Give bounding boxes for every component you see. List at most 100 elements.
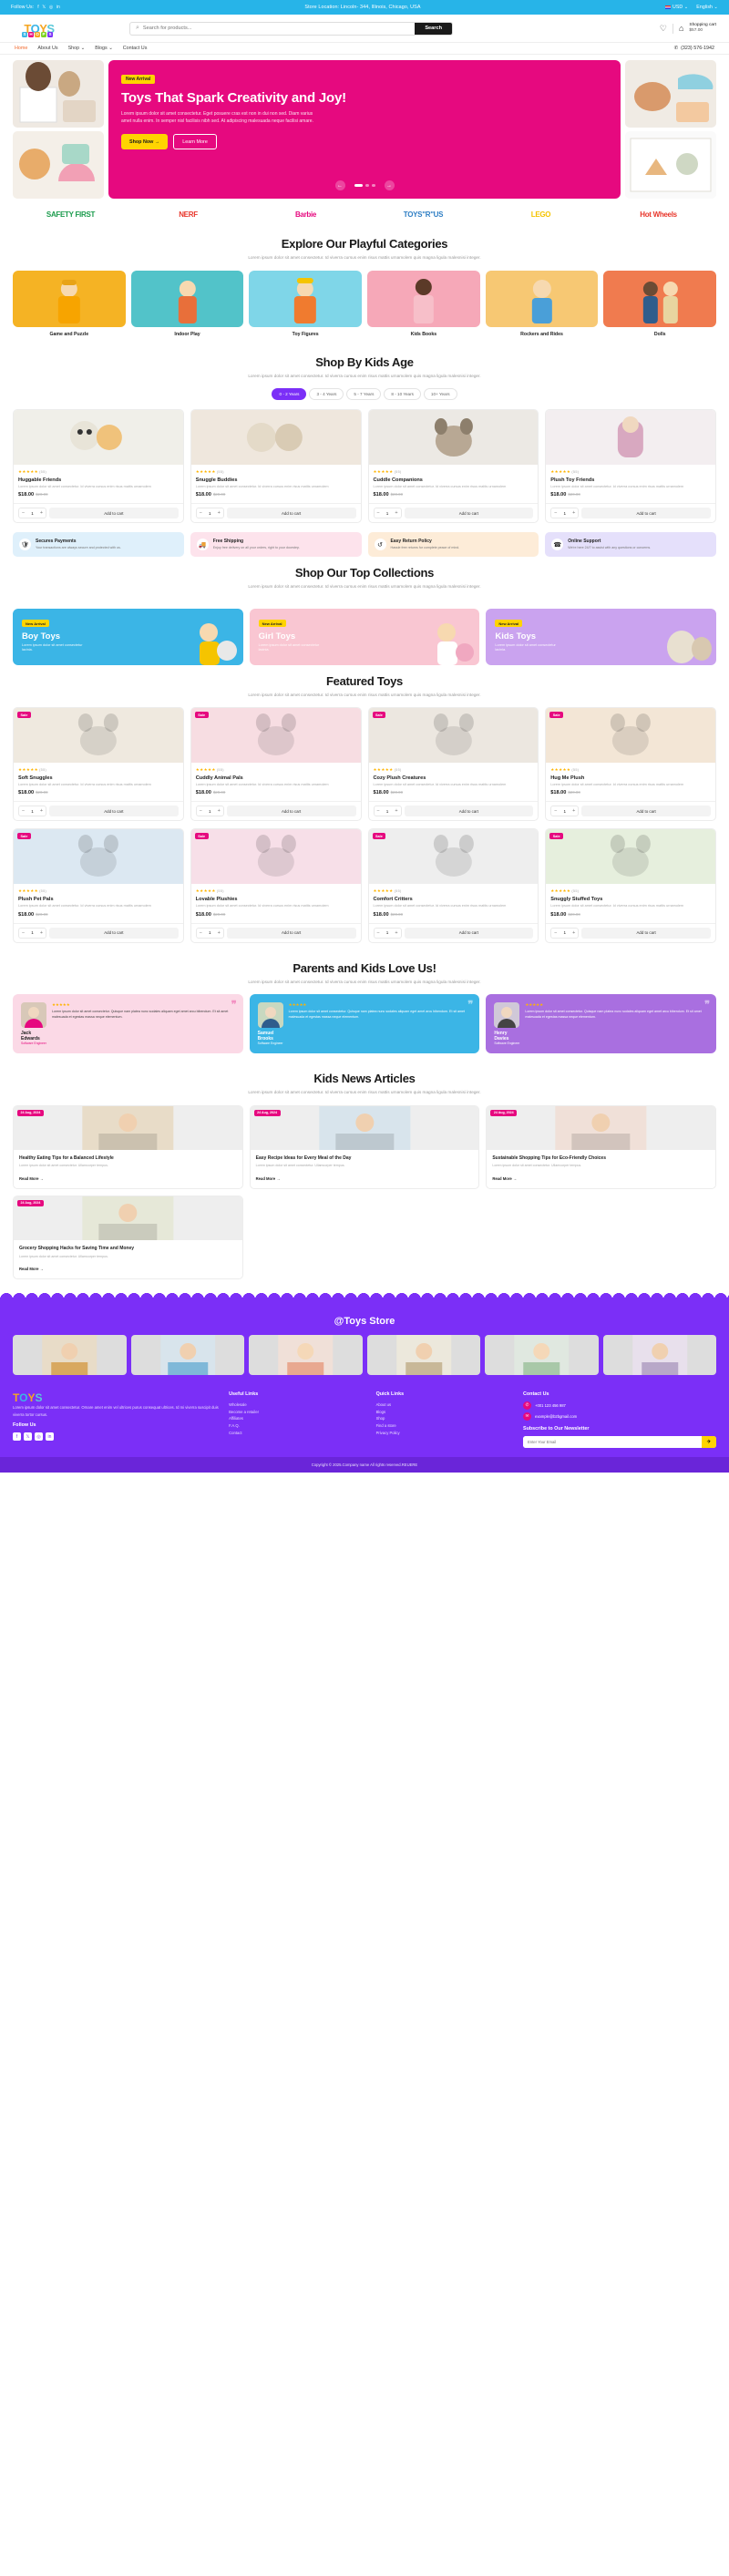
increment-icon[interactable]: +	[570, 929, 578, 938]
nav-item-shop[interactable]: Shop ⌄	[68, 46, 86, 51]
quantity-stepper[interactable]: −1 +	[18, 927, 46, 939]
age-pill-2[interactable]: 5 - 7 Years	[346, 388, 382, 401]
age-pill-1[interactable]: 3 - 4 Years	[309, 388, 344, 401]
add-to-cart-button[interactable]: Add to cart	[581, 806, 711, 817]
footer-link[interactable]: About us	[376, 1401, 514, 1409]
decrement-icon[interactable]: −	[551, 929, 560, 938]
instagram-photo[interactable]	[366, 1334, 480, 1375]
site-logo[interactable]: TOYS SHOPS	[13, 18, 66, 38]
category-card[interactable]: Rockers and Rides	[485, 270, 599, 337]
footer-phone[interactable]: ✆ +001 123 456 987	[523, 1401, 716, 1410]
product-card[interactable]: Sale ★★★★★(55) Plush Pet Pals Lorem ipsum d…	[13, 828, 184, 943]
increment-icon[interactable]: +	[570, 508, 578, 518]
footer-link[interactable]: Privacy Policy	[376, 1430, 514, 1437]
facebook-icon[interactable]: f	[37, 5, 39, 10]
read-more-link[interactable]: Read More →	[19, 1176, 44, 1181]
wishlist-icon[interactable]: ♡	[660, 24, 667, 34]
decrement-icon[interactable]: −	[375, 508, 383, 518]
footer-email[interactable]: ✉ example@b2bgmail.com	[523, 1411, 716, 1421]
linkedin-icon[interactable]: in	[46, 1432, 54, 1442]
brand-logo-5[interactable]: Hot Wheels	[602, 208, 714, 221]
category-card[interactable]: Kids Books	[367, 270, 480, 337]
footer-link[interactable]: Find a store	[376, 1422, 514, 1430]
brand-logo-1[interactable]: NERF	[132, 208, 244, 221]
footer-link[interactable]: Become a retailer	[229, 1409, 366, 1416]
instagram-photo[interactable]	[485, 1334, 599, 1375]
search-bar[interactable]: ⌕ Search	[129, 21, 453, 36]
add-to-cart-button[interactable]: Add to cart	[581, 927, 711, 939]
footer-link[interactable]: Blogs	[376, 1409, 514, 1416]
product-card[interactable]: Sale ★★★★★(55) Cozy Plush Creatures Lorem i…	[367, 707, 539, 822]
read-more-link[interactable]: Read More →	[492, 1176, 517, 1181]
instagram-icon[interactable]: ◎	[35, 1432, 43, 1442]
decrement-icon[interactable]: −	[551, 508, 560, 518]
x-icon[interactable]: 𝕏	[42, 5, 46, 10]
nav-item-blogs[interactable]: Blogs ⌄	[95, 46, 113, 51]
instagram-photo[interactable]	[130, 1334, 244, 1375]
learn-more-button[interactable]: Learn More	[173, 134, 217, 150]
decrement-icon[interactable]: −	[375, 929, 383, 938]
quantity-stepper[interactable]: −1 +	[18, 806, 46, 817]
x-icon[interactable]: 𝕏	[24, 1432, 32, 1442]
category-card[interactable]: Indoor Play	[130, 270, 244, 337]
age-pill-0[interactable]: 0 - 2 Years	[272, 388, 307, 401]
currency-selector[interactable]: USD ⌄	[665, 5, 688, 10]
quantity-stepper[interactable]: −1 +	[373, 927, 402, 939]
quantity-stepper[interactable]: −1 +	[373, 806, 402, 817]
brand-logo-0[interactable]: SAFETY FIRST	[15, 208, 127, 221]
category-card[interactable]: Game and Puzzle	[13, 270, 126, 337]
decrement-icon[interactable]: −	[19, 508, 27, 518]
product-card[interactable]: Sale ★★★★★(55) Comfort Critters Lorem ipsum…	[367, 828, 539, 943]
cart-info[interactable]: Shopping cart $57.00	[689, 23, 716, 35]
facebook-icon[interactable]: f	[13, 1432, 21, 1442]
news-card[interactable]: 24 Aug, 2024 Sustainable Shopping Tips fo…	[486, 1104, 716, 1189]
cart-icon[interactable]: ⌂	[679, 24, 683, 33]
product-card[interactable]: Sale ★★★★★(55) Lovable Plushies Lorem ipsum…	[190, 828, 362, 943]
footer-link[interactable]: Affiliates	[229, 1415, 366, 1422]
add-to-cart-button[interactable]: Add to cart	[226, 927, 356, 939]
product-card[interactable]: ★★★★★(55) Huggable Friends Lorem ipsum d…	[13, 409, 184, 524]
product-card[interactable]: ★★★★★(55) Snuggle Buddies Lorem ipsum do…	[190, 409, 362, 524]
news-card[interactable]: 24 Aug, 2024 Easy Recipe Ideas for Every …	[249, 1104, 480, 1189]
newsletter-submit-button[interactable]: ✈	[702, 1435, 716, 1448]
quantity-stepper[interactable]: −1 +	[195, 806, 224, 817]
news-card[interactable]: 24 Aug, 2024 Grocery Shopping Hacks for S…	[13, 1195, 243, 1279]
carousel-next-icon[interactable]: →	[384, 180, 395, 190]
product-card[interactable]: Sale ★★★★★(55) Snuggly Stuffed Toys Lorem i…	[545, 828, 716, 943]
footer-link[interactable]: Shop	[376, 1415, 514, 1422]
header-phone[interactable]: ✆ (323) 576-1942	[674, 46, 714, 51]
brand-logo-2[interactable]: Barbie	[250, 208, 362, 221]
search-button[interactable]: Search	[415, 22, 452, 35]
search-input[interactable]	[142, 26, 416, 31]
newsletter-form[interactable]: ✈	[523, 1435, 716, 1448]
decrement-icon[interactable]: −	[19, 929, 27, 938]
quantity-stepper[interactable]: −1 +	[550, 508, 580, 519]
age-pill-4[interactable]: 10+ Years	[423, 388, 457, 401]
increment-icon[interactable]: +	[37, 806, 46, 816]
product-card[interactable]: Sale ★★★★★(55) Cuddly Animal Pals Lorem ips…	[190, 707, 362, 822]
category-card[interactable]: Dolls	[603, 270, 717, 337]
add-to-cart-button[interactable]: Add to cart	[404, 806, 534, 817]
add-to-cart-button[interactable]: Add to cart	[226, 508, 356, 519]
collection-card-kids[interactable]: New Arrival Kids Toys Lorem ipsum dolor …	[486, 608, 717, 665]
increment-icon[interactable]: +	[37, 929, 46, 938]
brand-logo-4[interactable]: LEGO	[485, 208, 597, 221]
product-card[interactable]: ★★★★★(55) Plush Toy Friends Lorem ipsum …	[545, 409, 716, 524]
nav-item-home[interactable]: Home	[15, 46, 27, 51]
increment-icon[interactable]: +	[37, 508, 46, 518]
add-to-cart-button[interactable]: Add to cart	[49, 508, 179, 519]
product-card[interactable]: ★★★★★(55) Cuddle Companions Lorem ipsum …	[367, 409, 539, 524]
increment-icon[interactable]: +	[393, 929, 401, 938]
add-to-cart-button[interactable]: Add to cart	[404, 508, 534, 519]
instagram-photo[interactable]	[602, 1334, 716, 1375]
footer-link[interactable]: Contact	[229, 1430, 366, 1437]
decrement-icon[interactable]: −	[551, 806, 560, 816]
quantity-stepper[interactable]: −1 +	[195, 927, 224, 939]
decrement-icon[interactable]: −	[197, 929, 205, 938]
carousel-dots[interactable]	[354, 184, 375, 187]
increment-icon[interactable]: +	[393, 806, 401, 816]
age-pill-3[interactable]: 8 - 10 Years	[384, 388, 421, 401]
news-card[interactable]: 24 Aug, 2024 Healthy Eating Tips for a Ba…	[13, 1104, 243, 1189]
nav-item-contact-us[interactable]: Contact Us	[123, 46, 148, 51]
quantity-stepper[interactable]: −1 +	[373, 508, 402, 519]
